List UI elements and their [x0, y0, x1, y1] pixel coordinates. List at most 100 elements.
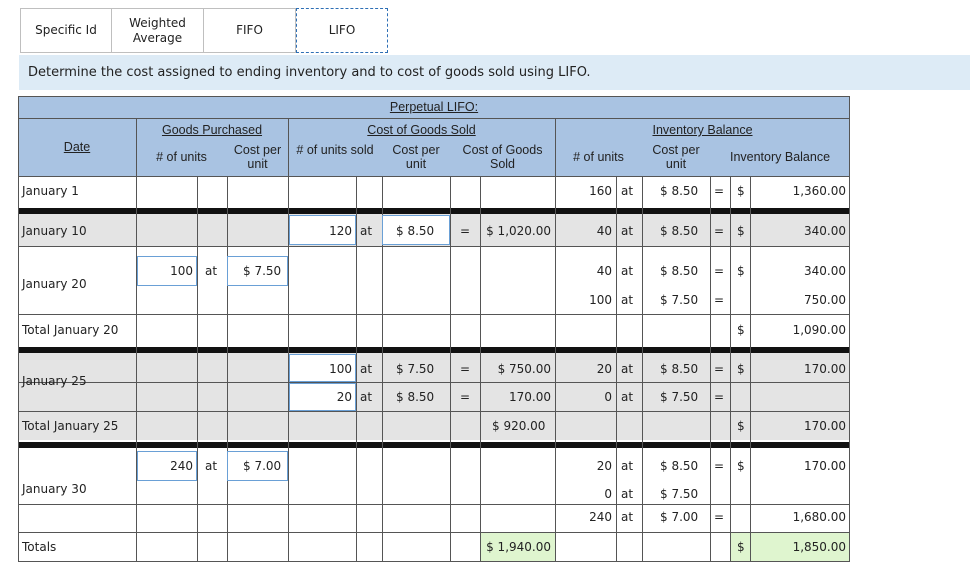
- sold-total: $ 1,020.00: [486, 224, 551, 238]
- tab-weighted-average[interactable]: Weighted Average: [112, 8, 204, 53]
- at-label: at: [360, 390, 373, 404]
- equals-sign: =: [714, 293, 725, 307]
- purchase-units: 240: [170, 459, 193, 473]
- bal-units: 100: [589, 293, 612, 307]
- purchase-cost: $ 7.00: [243, 459, 282, 473]
- equals-sign: =: [460, 390, 471, 404]
- purchase-cost: $ 7.50: [243, 264, 282, 278]
- total-cogs: $ 1,940.00: [486, 540, 551, 554]
- at-label: at: [205, 459, 218, 473]
- bal-total: 170.00: [804, 362, 846, 376]
- sold-units: 20: [336, 390, 352, 404]
- bal-units: 40: [596, 264, 612, 278]
- sold-cost: $ 8.50: [396, 390, 435, 404]
- bal-units: 160: [589, 184, 612, 198]
- header-cost-per-unit: Cost per unit: [233, 143, 282, 171]
- date-cell: January 1: [22, 184, 79, 198]
- at-label: at: [621, 293, 634, 307]
- at-label: at: [621, 510, 634, 524]
- date-cell: Total January 25: [22, 419, 119, 433]
- at-label: at: [621, 390, 634, 404]
- bal-units: 20: [596, 362, 612, 376]
- at-label: at: [621, 184, 634, 198]
- date-cell: January 25: [22, 374, 87, 388]
- tab-specific-id[interactable]: Specific Id: [20, 8, 112, 53]
- bal-cost: $ 7.50: [660, 487, 699, 501]
- bal-units: 40: [596, 224, 612, 238]
- equals-sign: =: [714, 459, 725, 473]
- bal-units: 20: [596, 459, 612, 473]
- bal-cost: $ 8.50: [660, 224, 699, 238]
- equals-sign: =: [714, 224, 725, 238]
- header-inventory-balance: Inventory Balance: [652, 123, 753, 137]
- bal-units: 0: [604, 487, 612, 501]
- tab-lifo[interactable]: LIFO: [296, 8, 388, 53]
- bal-cost: $ 8.50: [660, 184, 699, 198]
- bal-total: 340.00: [804, 264, 846, 278]
- header-bal-total: Inventory Balance: [729, 150, 831, 164]
- equals-sign: =: [714, 390, 725, 404]
- date-cell: January 10: [22, 224, 87, 238]
- at-label: at: [621, 487, 634, 501]
- table-title: Perpetual LIFO:: [389, 100, 479, 114]
- header-bal-units: # of units: [573, 150, 624, 164]
- lifo-table: Perpetual LIFO: Date Goods Purchased Cos…: [18, 96, 850, 562]
- bal-total: 1,360.00: [792, 184, 846, 198]
- header-units: # of units: [156, 150, 207, 164]
- bal-cost: $ 7.50: [660, 390, 699, 404]
- sold-cost: $ 8.50: [396, 224, 435, 238]
- sold-units: 100: [329, 362, 352, 376]
- bal-total: 340.00: [804, 224, 846, 238]
- at-label: at: [621, 362, 634, 376]
- bal-cost: $ 7.00: [660, 510, 699, 524]
- dollar-sign: $: [737, 540, 745, 554]
- equals-sign: =: [714, 362, 725, 376]
- equals-sign: =: [714, 264, 725, 278]
- header-date: Date: [63, 140, 91, 154]
- at-label: at: [621, 459, 634, 473]
- equals-sign: =: [714, 510, 725, 524]
- dollar-sign: $: [737, 459, 745, 473]
- dollar-sign: $: [737, 184, 745, 198]
- sold-total: $ 750.00: [497, 362, 551, 376]
- at-label: at: [360, 362, 373, 376]
- bal-cost: $ 7.50: [660, 293, 699, 307]
- bal-total: 750.00: [804, 293, 846, 307]
- dollar-sign: $: [737, 323, 745, 337]
- bal-units: 0: [604, 390, 612, 404]
- header-cogs: Cost of Goods Sold: [367, 123, 476, 137]
- date-cell: Total January 20: [22, 323, 119, 337]
- sold-total: 170.00: [509, 390, 551, 404]
- header-cogs-cost-per-unit: Cost per unit: [392, 143, 440, 171]
- date-cell: Totals: [22, 540, 57, 554]
- total-inventory-balance: 1,850.00: [792, 540, 846, 554]
- dollar-sign: $: [737, 264, 745, 278]
- bal-units: 240: [589, 510, 612, 524]
- purchase-units: 100: [170, 264, 193, 278]
- tab-fifo[interactable]: FIFO: [204, 8, 296, 53]
- at-label: at: [621, 224, 634, 238]
- equals-sign: =: [460, 224, 471, 238]
- sold-total: $ 920.00: [492, 419, 546, 433]
- equals-sign: =: [460, 362, 471, 376]
- equals-sign: =: [714, 184, 725, 198]
- bal-total: 170.00: [804, 419, 846, 433]
- header-units-sold: # of units sold: [296, 143, 374, 157]
- header-bal-cost-per-unit: Cost per unit: [652, 143, 700, 171]
- header-goods-purchased: Goods Purchased: [161, 123, 263, 137]
- method-tabs: Specific Id Weighted Average FIFO LIFO: [20, 8, 388, 53]
- bal-total: 1,680.00: [792, 510, 846, 524]
- dollar-sign: $: [737, 362, 745, 376]
- sold-units: 120: [329, 224, 352, 238]
- date-cell: January 20: [22, 277, 87, 291]
- dollar-sign: $: [737, 419, 745, 433]
- at-label: at: [621, 264, 634, 278]
- bal-cost: $ 8.50: [660, 459, 699, 473]
- dollar-sign: $: [737, 224, 745, 238]
- date-cell: January 30: [22, 482, 87, 496]
- at-label: at: [360, 224, 373, 238]
- header-cost-of-goods-sold: Cost of Goods Sold: [462, 143, 543, 171]
- bal-total: 170.00: [804, 459, 846, 473]
- at-label: at: [205, 264, 218, 278]
- bal-cost: $ 8.50: [660, 362, 699, 376]
